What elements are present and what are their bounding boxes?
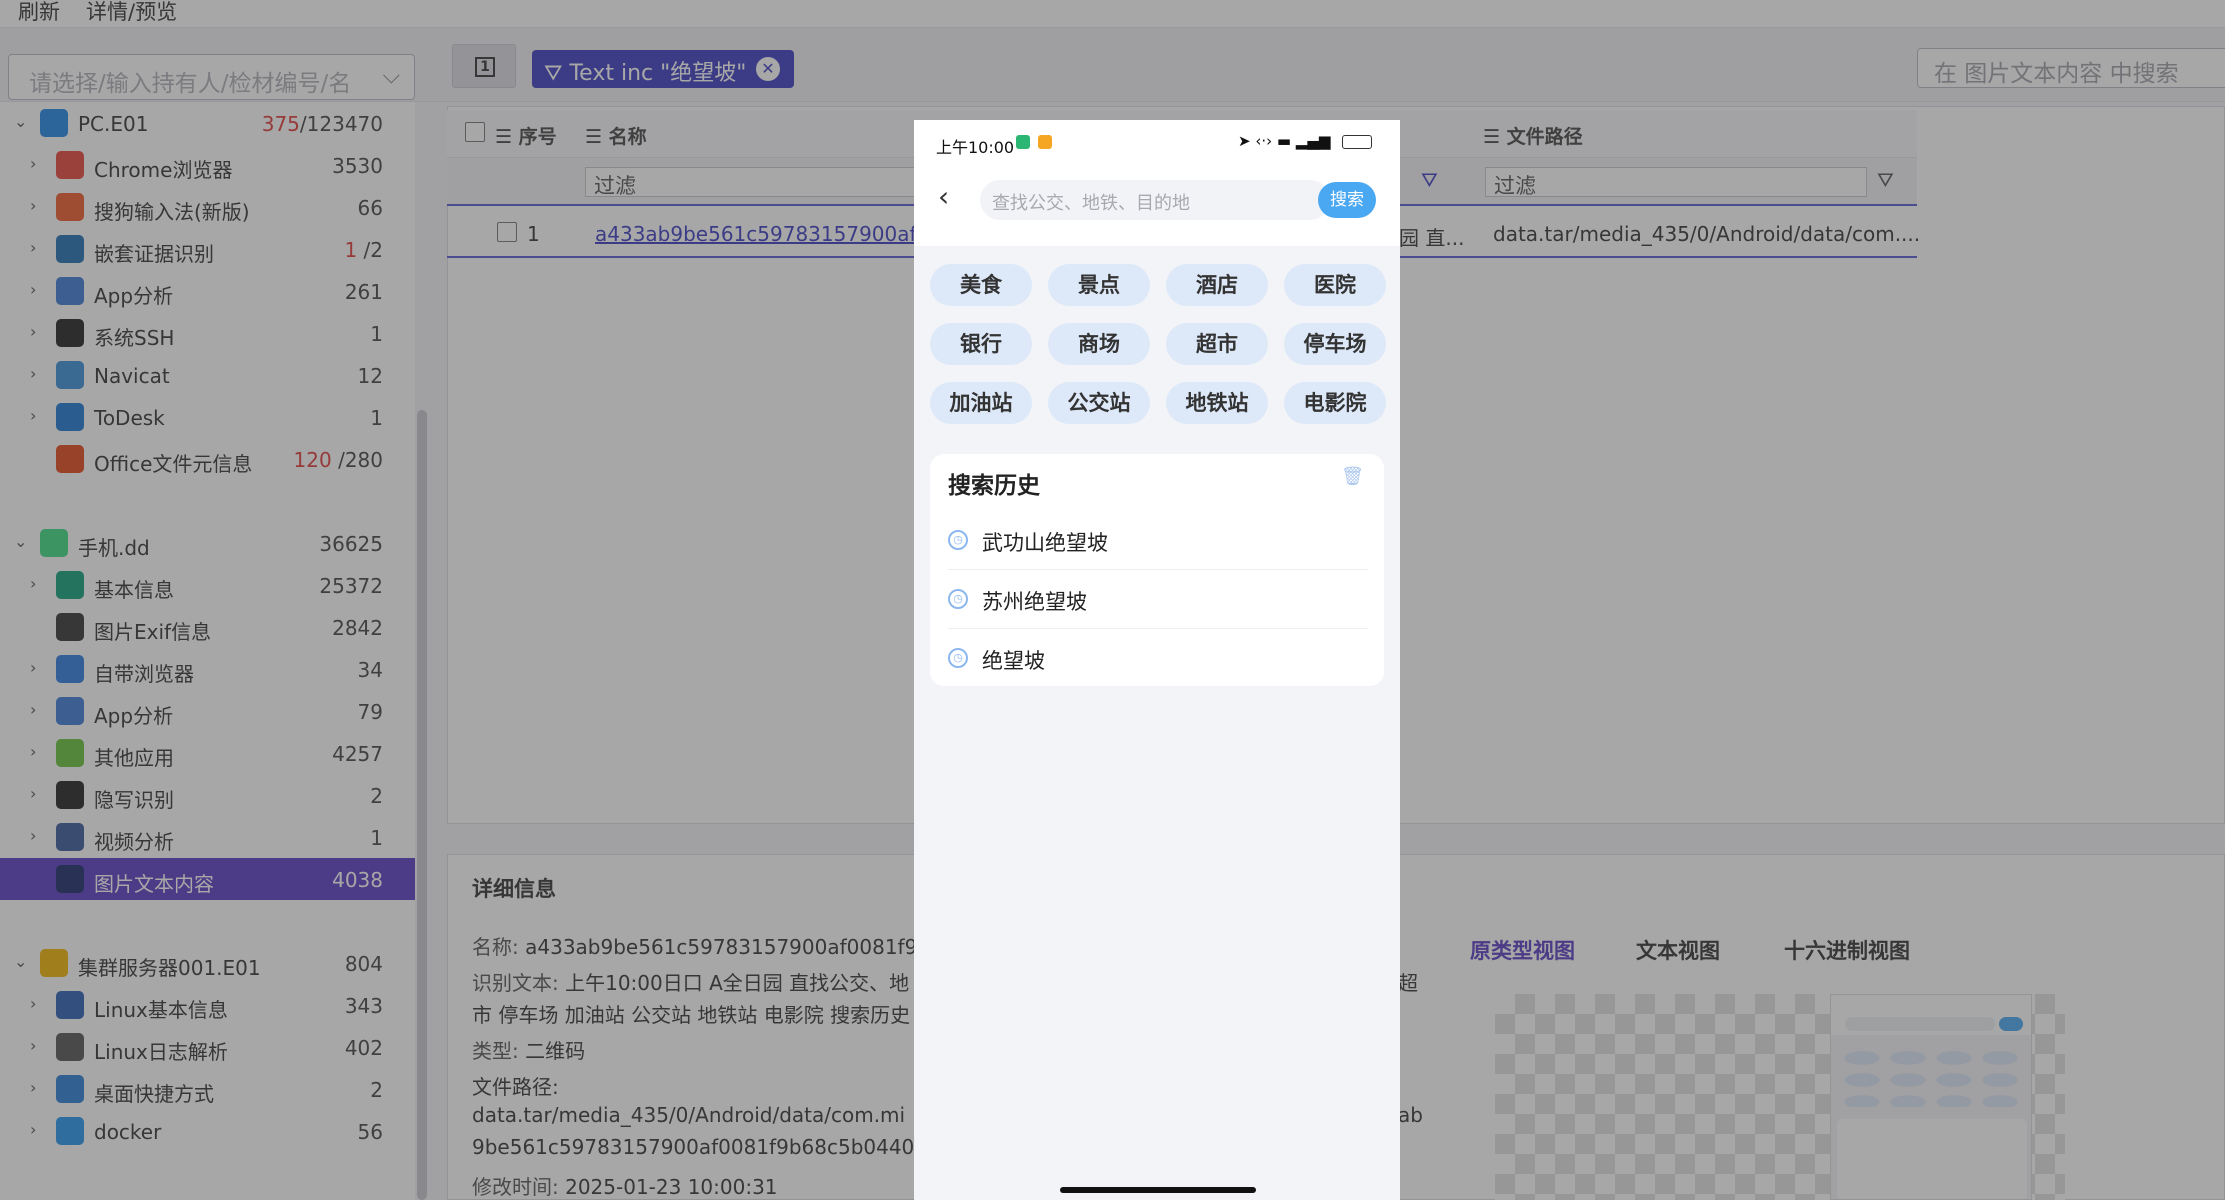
category-chip[interactable]: 商场: [1048, 323, 1150, 365]
search-history-card: 搜索历史 🗑 ◷ 武功山绝望坡 ◷ 苏州绝望坡 ◷ 绝望坡: [930, 454, 1384, 686]
phone-time: 上午10:00: [936, 138, 1015, 157]
back-icon[interactable]: ‹: [938, 180, 949, 213]
notification-icon: [1038, 135, 1052, 149]
history-item[interactable]: ◷ 苏州绝望坡: [948, 571, 1368, 629]
phone-search-placeholder: 查找公交、地铁、目的地: [992, 193, 1190, 214]
category-chip[interactable]: 医院: [1284, 264, 1386, 306]
clock-icon: ◷: [948, 648, 968, 668]
trash-icon[interactable]: 🗑: [1341, 466, 1364, 487]
search-history-title: 搜索历史: [948, 473, 1040, 499]
category-chip[interactable]: 电影院: [1284, 382, 1386, 424]
category-chip[interactable]: 地铁站: [1166, 382, 1268, 424]
home-indicator: [1060, 1187, 1256, 1193]
battery-icon: [1342, 135, 1372, 149]
category-chip[interactable]: 停车场: [1284, 323, 1386, 365]
history-item-label: 苏州绝望坡: [982, 590, 1087, 614]
phone-search-input[interactable]: 查找公交、地铁、目的地: [980, 180, 1330, 220]
signal-icons: ➤ ‹·› ▬ ▂▄▆: [1238, 132, 1331, 150]
history-item[interactable]: ◷ 绝望坡: [948, 630, 1368, 688]
history-item-label: 武功山绝望坡: [982, 531, 1108, 555]
clock-icon: ◷: [948, 530, 968, 550]
app-window: { "menu":{"refresh":"刷新","detail_preview…: [0, 0, 2225, 1200]
phone-search-bar: ‹ 查找公交、地铁、目的地 搜索: [914, 166, 1400, 246]
category-chip[interactable]: 美食: [930, 264, 1032, 306]
phone-screenshot-preview: 上午10:00 ➤ ‹·› ▬ ▂▄▆ ‹ 查找公交、地铁、目的地 搜索 美食景…: [914, 120, 1400, 1200]
phone-status-bar: 上午10:00 ➤ ‹·› ▬ ▂▄▆: [914, 120, 1400, 166]
category-chip[interactable]: 银行: [930, 323, 1032, 365]
notification-icon: [1016, 135, 1030, 149]
category-chip[interactable]: 景点: [1048, 264, 1150, 306]
category-chip[interactable]: 公交站: [1048, 382, 1150, 424]
category-chip[interactable]: 酒店: [1166, 264, 1268, 306]
category-chip[interactable]: 超市: [1166, 323, 1268, 365]
clock-icon: ◷: [948, 589, 968, 609]
history-item-label: 绝望坡: [982, 649, 1045, 673]
phone-search-button[interactable]: 搜索: [1318, 182, 1376, 218]
category-chip[interactable]: 加油站: [930, 382, 1032, 424]
history-item[interactable]: ◷ 武功山绝望坡: [948, 512, 1368, 570]
